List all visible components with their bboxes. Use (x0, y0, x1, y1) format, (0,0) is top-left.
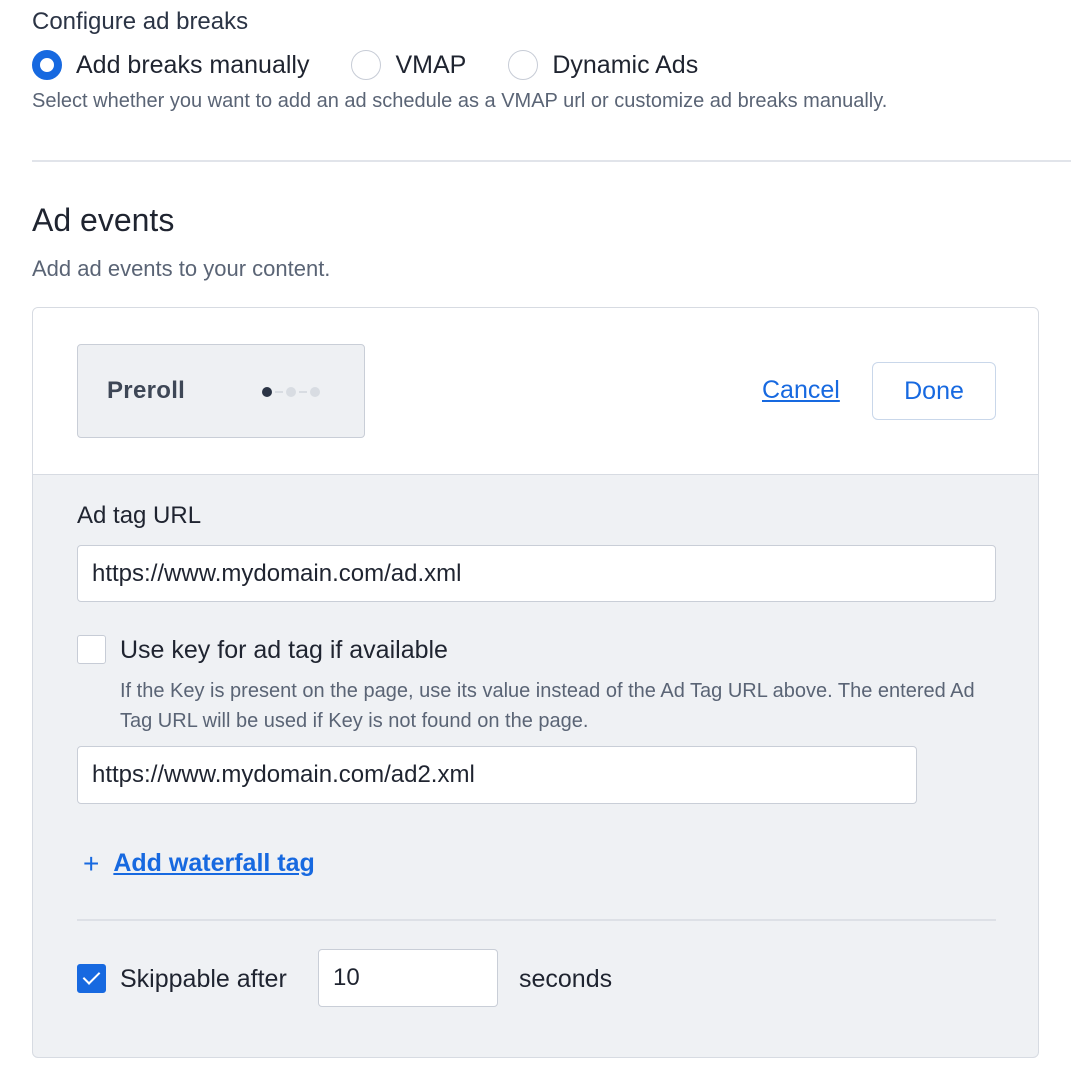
position-dash (299, 391, 307, 393)
radio-option-vmap[interactable]: VMAP (351, 50, 466, 80)
ad-break-editor-header: Preroll Cancel Done (33, 308, 1038, 475)
use-key-help-text: If the Key is present on the page, use i… (120, 680, 975, 732)
ad-break-mode-radio-group: Add breaks manually VMAP Dynamic Ads (32, 48, 740, 82)
radio-label-dynamic-ads: Dynamic Ads (552, 50, 699, 79)
radio-option-dynamic-ads[interactable]: Dynamic Ads (508, 50, 698, 80)
position-dot-active (262, 387, 272, 397)
add-waterfall-tag-label: Add waterfall tag (113, 849, 315, 877)
add-waterfall-tag-link[interactable]: + Add waterfall tag (83, 849, 315, 878)
radio-option-manual[interactable]: Add breaks manually (32, 50, 309, 80)
done-button[interactable]: Done (872, 362, 996, 420)
waterfall-tag-url-input[interactable] (77, 746, 917, 804)
skippable-checkbox[interactable] (77, 964, 106, 993)
radio-label-manual: Add breaks manually (76, 50, 310, 79)
ad-events-title: Ad events (32, 202, 175, 238)
ad-break-mode-help-text: Select whether you want to add an ad sch… (32, 90, 888, 112)
ad-break-editor-card: Preroll Cancel Done Ad tag URL Use key f… (32, 307, 1039, 1058)
ad-tag-url-label: Ad tag URL (77, 502, 202, 529)
seconds-label: seconds (519, 965, 613, 993)
skippable-divider (77, 919, 996, 921)
radio-button[interactable] (351, 50, 382, 80)
ad-tag-url-input[interactable] (77, 545, 996, 602)
configure-ad-breaks-label: Configure ad breaks (32, 8, 249, 35)
radio-label-vmap: VMAP (395, 50, 467, 79)
use-key-label: Use key for ad tag if available (120, 636, 448, 664)
preroll-break-chip[interactable]: Preroll (77, 344, 365, 438)
skippable-label: Skippable after (120, 965, 287, 993)
radio-button[interactable] (508, 50, 539, 80)
break-position-indicator-icon (262, 386, 338, 398)
position-dash (275, 391, 283, 393)
break-name: Preroll (107, 377, 186, 404)
radio-button-selected[interactable] (32, 50, 62, 80)
skip-seconds-input[interactable] (318, 949, 498, 1007)
position-dot (286, 387, 296, 397)
cancel-link[interactable]: Cancel (762, 376, 840, 405)
use-key-checkbox[interactable] (77, 635, 106, 664)
position-dot (310, 387, 320, 397)
section-divider (32, 160, 1071, 162)
plus-icon: + (83, 847, 100, 879)
ad-events-subtitle: Add ad events to your content. (32, 256, 331, 281)
